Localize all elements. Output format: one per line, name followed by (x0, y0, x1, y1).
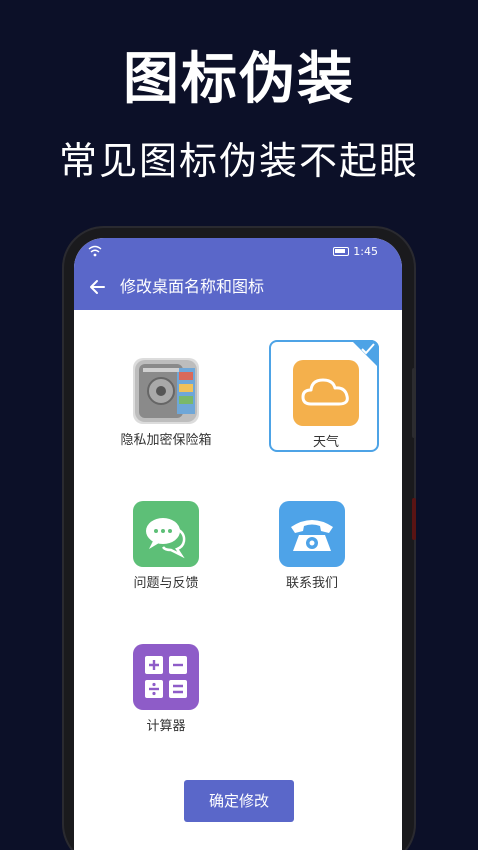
icon-label: 天气 (312, 435, 339, 450)
icon-label: 计算器 (146, 719, 186, 734)
icon-label: 联系我们 (285, 576, 338, 591)
status-bar: 1:45 (74, 238, 402, 264)
check-icon (361, 343, 375, 355)
weather-icon (293, 360, 359, 426)
icon-option-chat[interactable]: 问题与反馈 (111, 483, 221, 595)
chat-icon (133, 501, 199, 567)
promo-headline: 图标伪装 (123, 47, 355, 112)
app-bar: 修改桌面名称和图标 (74, 264, 402, 310)
battery-icon (333, 247, 350, 256)
icon-option-weather[interactable]: 天气 (269, 340, 379, 452)
icon-option-safe[interactable]: 隐私加密保险箱 (111, 340, 221, 452)
icon-option-calculator[interactable]: 计算器 (111, 626, 221, 738)
wifi-icon (88, 245, 102, 257)
phone-screen: 1:45 修改桌面名称和图标 隐私加密保险箱 天气 问题与反馈 联系我们 计算器… (74, 238, 402, 850)
page-title: 修改桌面名称和图标 (120, 277, 265, 296)
back-arrow-icon[interactable] (88, 277, 108, 297)
phone-volume-button (412, 368, 416, 438)
phone-icon (279, 501, 345, 567)
icon-option-phone[interactable]: 联系我们 (257, 483, 367, 595)
safe-icon (133, 358, 199, 424)
promo-subline: 常见图标伪装不起眼 (58, 139, 419, 183)
status-time: 1:45 (353, 245, 378, 258)
calculator-icon (133, 644, 199, 710)
phone-power-button (412, 498, 416, 540)
confirm-button[interactable]: 确定修改 (184, 780, 294, 822)
icon-label: 问题与反馈 (133, 576, 199, 591)
icon-label: 隐私加密保险箱 (120, 433, 212, 448)
